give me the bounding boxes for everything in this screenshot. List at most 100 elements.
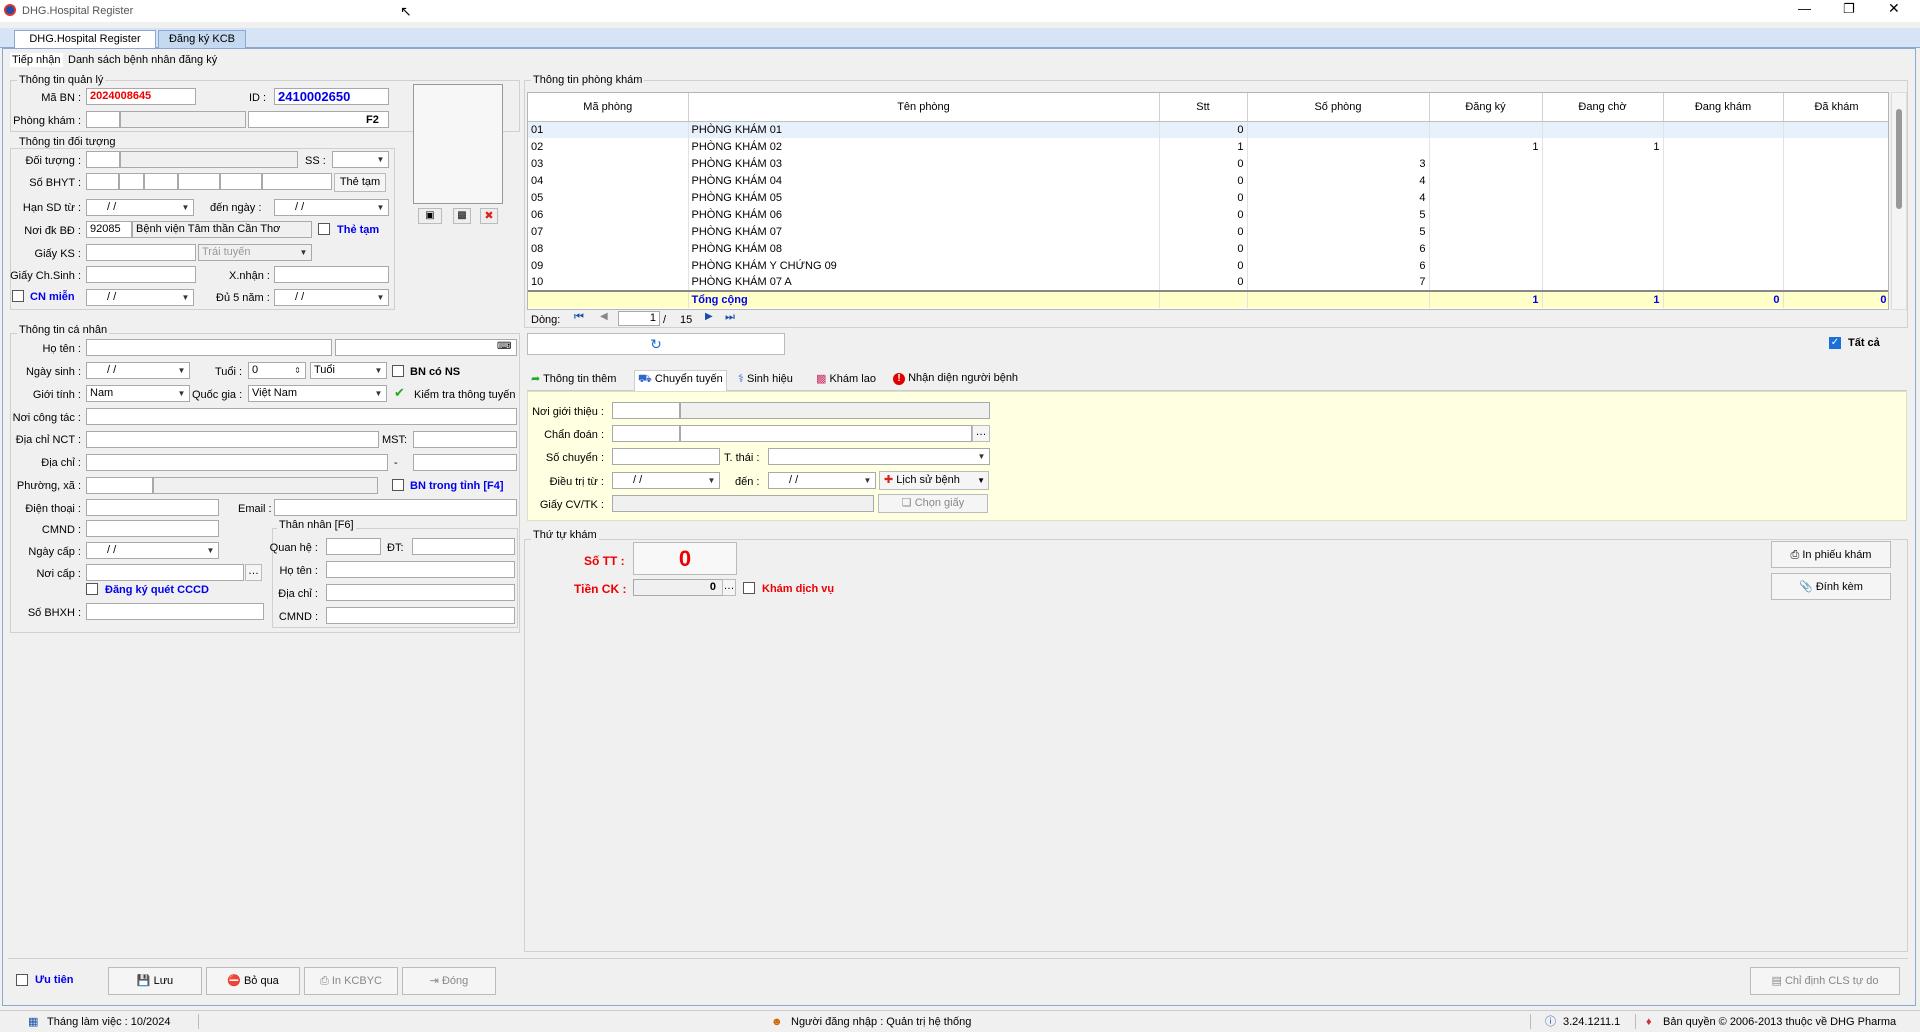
so-bhyt-part6[interactable] — [262, 173, 332, 190]
tien-ck-browse-button[interactable]: … — [722, 579, 736, 596]
chevron-down-icon[interactable]: ▼ — [705, 474, 718, 487]
den-field[interactable]: / / ▼ — [768, 472, 876, 489]
phuong-xa-code[interactable] — [86, 477, 153, 494]
han-sd-to[interactable]: / / ▼ — [274, 199, 389, 216]
id-field[interactable]: 2410002650 — [274, 88, 389, 105]
doi-tuong-code[interactable] — [86, 151, 120, 168]
table-row[interactable]: 09 PHÒNG KHÁM Y CHỨNG 09 0 6 — [528, 257, 1888, 274]
in-phieu-kham-button[interactable]: ⎙ In phiếu khám — [1771, 541, 1891, 568]
dia-chi-field[interactable] — [86, 454, 388, 471]
tab-thong-tin-them[interactable]: ➦ Thông tin thêm — [531, 372, 616, 390]
chevron-down-icon[interactable]: ▼ — [861, 474, 874, 487]
the-tam-button[interactable]: Thẻ tạm — [334, 173, 386, 192]
column-header[interactable]: Số phòng — [1247, 93, 1430, 122]
cancel-button[interactable]: ⛔ Bỏ qua — [206, 967, 300, 995]
chevron-down-icon[interactable]: ▼ — [179, 291, 192, 304]
print-kcbyc-button[interactable]: ⎙ In KCBYC — [304, 967, 398, 995]
so-chuyen-field[interactable] — [612, 448, 720, 465]
tat-ca-checkbox[interactable]: ✓ — [1829, 337, 1841, 349]
kham-dich-vu-checkbox[interactable] — [743, 582, 755, 594]
tab-tiep-nhan[interactable]: Tiếp nhận — [10, 53, 63, 67]
phong-kham-code[interactable] — [86, 111, 120, 128]
ngay-cap-field[interactable]: / / ▼ — [86, 542, 219, 559]
table-row[interactable]: 01 PHÒNG KHÁM 01 0 — [528, 121, 1888, 138]
xnhan-field[interactable] — [274, 266, 389, 283]
noi-dk-code[interactable]: 92085 — [86, 221, 132, 238]
column-header[interactable]: Tên phòng — [688, 93, 1160, 122]
tn-dia-chi-field[interactable] — [326, 584, 515, 601]
tab-dang-ky-kcb[interactable]: Đăng ký KCB — [158, 30, 246, 48]
dia-chi-extra[interactable] — [413, 454, 517, 471]
table-row[interactable]: 03 PHÒNG KHÁM 03 0 3 — [528, 155, 1888, 172]
so-bhyt-part3[interactable] — [144, 173, 178, 190]
giay-chsinh-field[interactable] — [86, 266, 196, 283]
tab-kham-lao[interactable]: ▩ Khám lao — [816, 372, 876, 390]
chevron-down-icon[interactable]: ▼ — [977, 472, 985, 489]
du5nam-date[interactable]: / / ▼ — [274, 289, 389, 306]
chevron-down-icon[interactable]: ▼ — [204, 544, 217, 557]
maximize-icon[interactable]: ❐ — [1843, 2, 1855, 16]
han-sd-from[interactable]: / / ▼ — [86, 199, 194, 216]
noi-cong-tac-field[interactable] — [86, 408, 517, 425]
table-row[interactable]: 05 PHÒNG KHÁM 05 0 4 — [528, 189, 1888, 206]
prev-page-icon[interactable]: ◀ — [600, 311, 608, 322]
quoc-gia-select[interactable]: Việt Nam ▼ — [248, 385, 387, 402]
bn-co-ns-checkbox[interactable] — [392, 365, 404, 377]
column-header[interactable]: Đã khám — [1783, 93, 1888, 122]
tab-nhan-dien[interactable]: ! Nhận diện người bệnh — [893, 372, 1018, 390]
save-button[interactable]: 💾 Lưu — [108, 967, 202, 995]
so-bhxh-field[interactable] — [86, 603, 264, 620]
minimize-icon[interactable]: — — [1798, 2, 1811, 16]
dia-chi-nct-field[interactable] — [86, 431, 379, 448]
column-header[interactable]: Stt — [1159, 93, 1248, 122]
column-header[interactable]: Mã phòng — [528, 93, 689, 122]
mst-field[interactable] — [413, 431, 517, 448]
lich-su-benh-button[interactable]: ✚ Lịch sử bệnh ▼ — [879, 471, 989, 490]
table-row[interactable]: 04 PHÒNG KHÁM 04 0 4 — [528, 172, 1888, 189]
page-input[interactable]: 1 — [618, 311, 660, 326]
ho-ten-extra[interactable] — [335, 339, 517, 356]
so-bhyt-part5[interactable] — [220, 173, 262, 190]
chevron-down-icon[interactable]: ▼ — [374, 291, 387, 304]
ss-select[interactable]: ▼ — [332, 151, 389, 168]
grid-scrollbar[interactable] — [1891, 92, 1907, 310]
chan-doan-name[interactable] — [680, 425, 972, 442]
chan-doan-code[interactable] — [612, 425, 680, 442]
chevron-down-icon[interactable]: ▼ — [372, 387, 385, 400]
noi-cap-field[interactable] — [86, 564, 244, 581]
dien-thoai-field[interactable] — [86, 499, 219, 516]
noi-gioi-thieu-code[interactable] — [612, 402, 680, 419]
table-row[interactable]: 07 PHÒNG KHÁM 07 0 5 — [528, 223, 1888, 240]
so-bhyt-part1[interactable] — [86, 173, 119, 190]
gioi-tinh-select[interactable]: Nam ▼ — [86, 385, 190, 402]
cn-mien-date[interactable]: / / ▼ — [86, 289, 194, 306]
stepper-icon[interactable]: ⇕ — [291, 364, 304, 377]
tab-hospital-register[interactable]: DHG.Hospital Register — [14, 30, 156, 48]
table-row[interactable]: 06 PHÒNG KHÁM 06 0 5 — [528, 206, 1888, 223]
chan-doan-browse-button[interactable]: … — [972, 425, 990, 442]
chevron-down-icon[interactable]: ▼ — [175, 364, 188, 377]
ngay-sinh-field[interactable]: / / ▼ — [86, 362, 190, 379]
column-header[interactable]: Đang khám — [1663, 93, 1784, 122]
refresh-button[interactable]: ↻ — [527, 333, 785, 355]
tuoi-unit-select[interactable]: Tuổi ▼ — [310, 362, 387, 379]
tab-danh-sach[interactable]: Danh sách bệnh nhân đăng ký — [68, 53, 217, 67]
bn-trong-tinh-checkbox[interactable] — [392, 479, 404, 491]
dang-ky-cccd-checkbox[interactable] — [86, 583, 98, 595]
dieu-tri-tu-field[interactable]: / / ▼ — [612, 472, 720, 489]
last-page-icon[interactable]: ⏭ — [725, 311, 735, 324]
t-thai-select[interactable]: ▼ — [768, 448, 990, 465]
ho-ten-field[interactable] — [86, 339, 332, 356]
first-page-icon[interactable]: ⏮ — [574, 311, 584, 324]
email-field[interactable] — [274, 499, 517, 516]
noi-cap-browse-button[interactable]: … — [245, 564, 262, 581]
cn-mien-checkbox[interactable] — [12, 290, 24, 302]
chevron-down-icon[interactable]: ▼ — [374, 201, 387, 214]
tuoi-field[interactable]: 0 ⇕ — [248, 362, 306, 379]
kiem-tra-button[interactable]: Kiểm tra thông tuyến — [414, 388, 516, 402]
chevron-down-icon[interactable]: ▼ — [297, 246, 310, 259]
ma-bn-field[interactable]: 2024008645 — [86, 88, 196, 105]
dinh-kem-button[interactable]: 📎 Đính kèm — [1771, 573, 1891, 600]
scan-icon[interactable]: ▩ — [453, 208, 471, 224]
camera-icon[interactable]: ▣ — [418, 208, 442, 224]
